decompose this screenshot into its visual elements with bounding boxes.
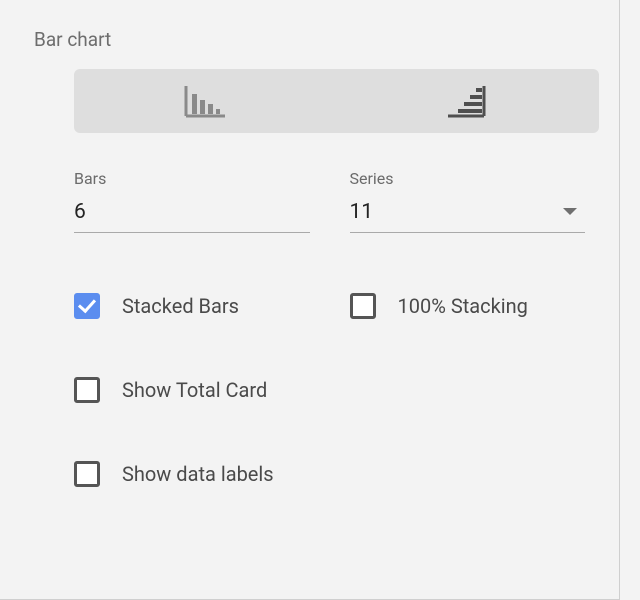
bars-field: Bars <box>74 169 310 233</box>
show-data-labels-label: Show data labels <box>122 462 274 486</box>
checkbox-group: Stacked Bars 100% Stacking Show Total Ca… <box>74 293 585 487</box>
horizontal-bars-icon <box>446 84 490 118</box>
bars-label: Bars <box>74 169 310 188</box>
checkbox-box <box>74 293 100 319</box>
show-total-card-checkbox[interactable]: Show Total Card <box>74 377 310 403</box>
stacked-bars-label: Stacked Bars <box>122 294 239 318</box>
fields-row: Bars Series 11 <box>74 169 585 233</box>
stacking-100-checkbox[interactable]: 100% Stacking <box>350 293 586 319</box>
orientation-horizontal-button[interactable] <box>337 69 600 133</box>
panel-title: Bar chart <box>34 28 585 51</box>
series-field: Series 11 <box>350 169 586 233</box>
checkbox-box <box>74 461 100 487</box>
bar-chart-config-panel: Bar chart <box>0 0 620 600</box>
series-select[interactable]: 11 <box>350 200 586 224</box>
show-data-labels-checkbox[interactable]: Show data labels <box>74 461 310 487</box>
series-label: Series <box>350 169 586 188</box>
show-total-card-label: Show Total Card <box>122 378 267 402</box>
stacking-100-label: 100% Stacking <box>398 294 528 318</box>
bars-input[interactable] <box>74 200 310 224</box>
stacked-bars-checkbox[interactable]: Stacked Bars <box>74 293 310 319</box>
checkbox-box <box>350 293 376 319</box>
orientation-vertical-button[interactable] <box>74 69 337 133</box>
checkbox-box <box>74 377 100 403</box>
vertical-bars-icon <box>183 84 227 118</box>
orientation-toggle <box>74 69 599 133</box>
